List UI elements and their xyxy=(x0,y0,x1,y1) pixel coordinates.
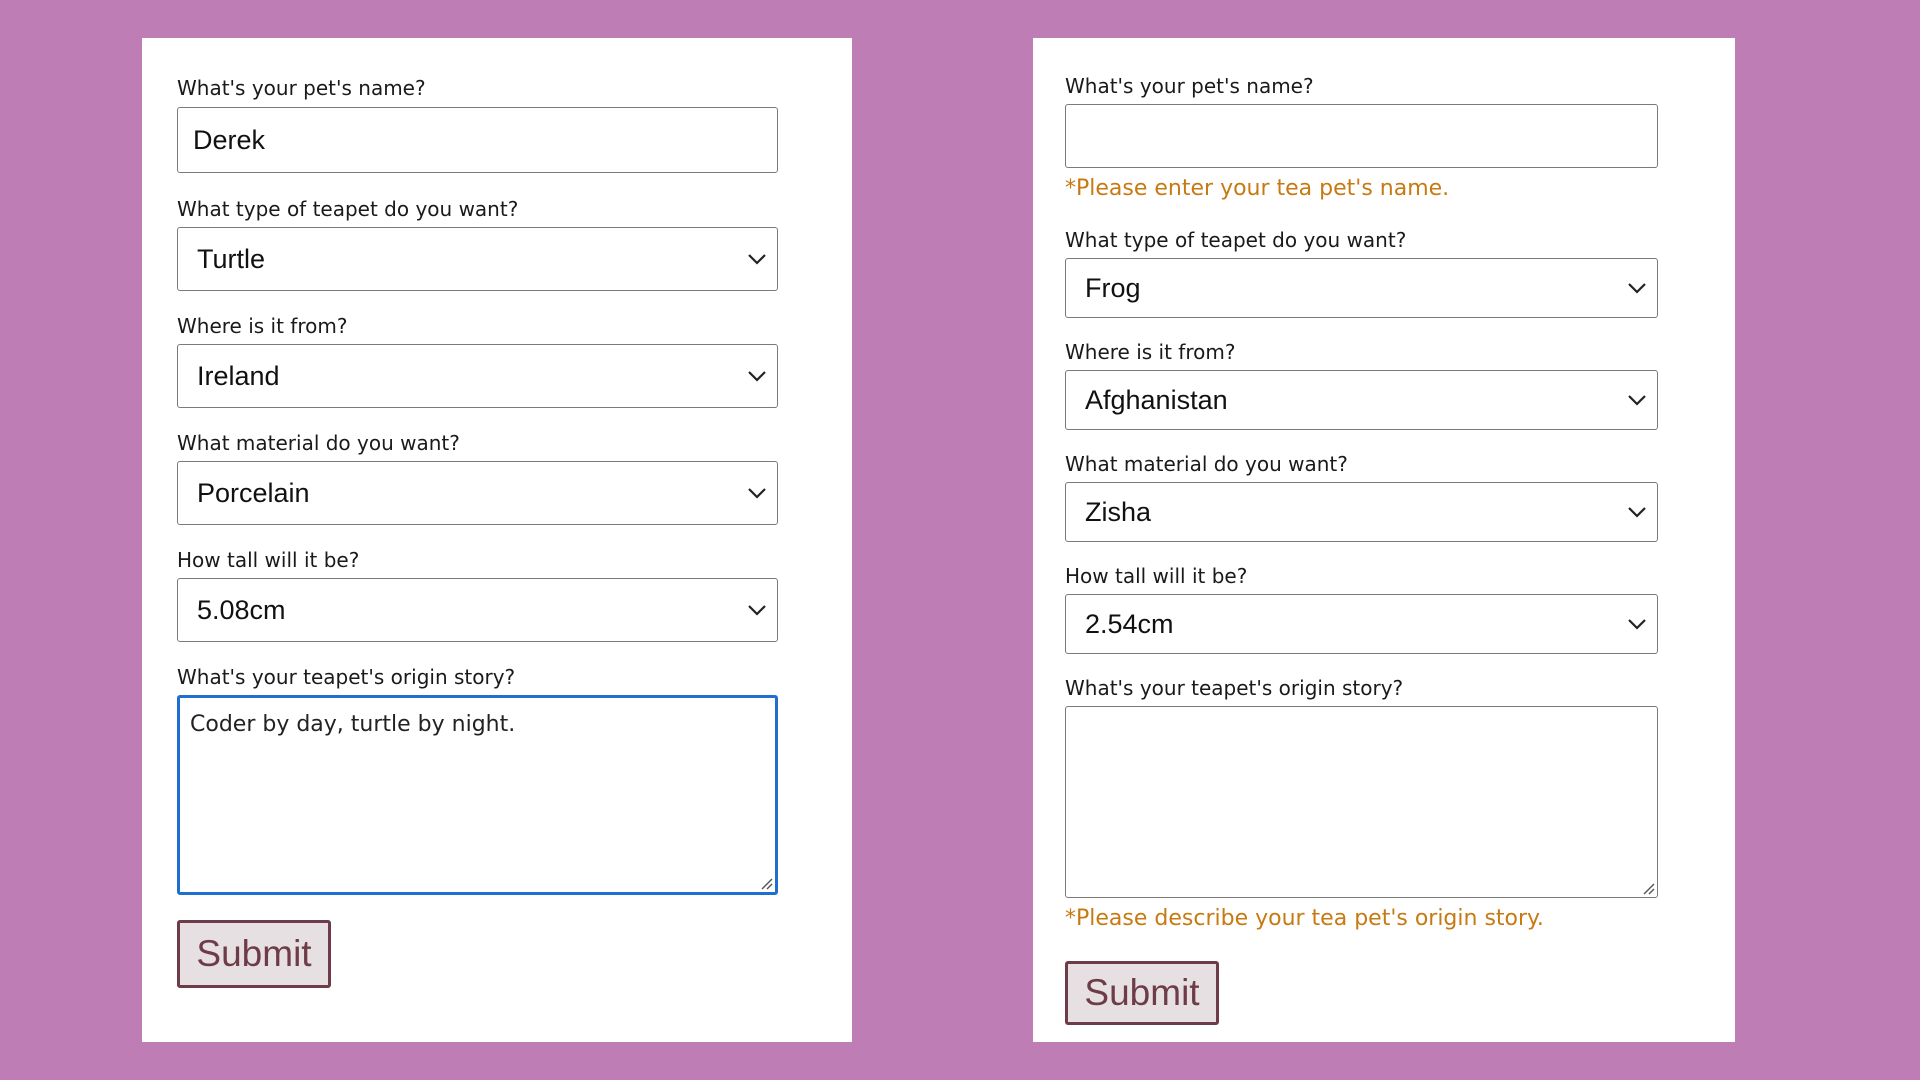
height-value: 2.54cm xyxy=(1085,608,1174,639)
chevron-down-icon xyxy=(1628,507,1646,518)
pet-name-label: What's your pet's name? xyxy=(177,76,426,100)
resize-grip-icon[interactable] xyxy=(759,876,773,890)
origin-story-label: What's your teapet's origin story? xyxy=(177,665,516,689)
teapet-type-select[interactable]: Turtle xyxy=(177,227,778,291)
origin-label: Where is it from? xyxy=(1065,340,1236,364)
height-select[interactable]: 5.08cm xyxy=(177,578,778,642)
height-label: How tall will it be? xyxy=(177,548,360,572)
chevron-down-icon xyxy=(1628,619,1646,630)
chevron-down-icon xyxy=(748,371,766,382)
chevron-down-icon xyxy=(1628,283,1646,294)
teapet-type-value: Frog xyxy=(1085,272,1141,303)
teapet-type-value: Turtle xyxy=(197,243,266,274)
origin-value: Ireland xyxy=(197,360,280,391)
material-label: What material do you want? xyxy=(1065,452,1348,476)
pet-name-input[interactable]: Derek xyxy=(177,107,778,173)
form-left: What's your pet's name? Derek What type … xyxy=(142,38,852,1042)
pet-name-value: Derek xyxy=(193,124,266,155)
origin-value: Afghanistan xyxy=(1085,384,1228,415)
pet-name-label: What's your pet's name? xyxy=(1065,74,1314,98)
pet-name-input[interactable] xyxy=(1065,104,1658,168)
chevron-down-icon xyxy=(748,488,766,499)
material-select[interactable]: Porcelain xyxy=(177,461,778,525)
submit-button[interactable]: Submit xyxy=(177,920,331,988)
teapet-type-select[interactable]: Frog xyxy=(1065,258,1658,318)
teapet-type-label: What type of teapet do you want? xyxy=(1065,228,1407,252)
chevron-down-icon xyxy=(1628,395,1646,406)
material-value: Porcelain xyxy=(197,477,310,508)
origin-story-textarea[interactable]: Coder by day, turtle by night. xyxy=(177,695,778,895)
origin-story-textarea[interactable] xyxy=(1065,706,1658,898)
material-select[interactable]: Zisha xyxy=(1065,482,1658,542)
page-background: What's your pet's name? Derek What type … xyxy=(0,0,1920,1080)
origin-label: Where is it from? xyxy=(177,314,348,338)
height-label: How tall will it be? xyxy=(1065,564,1248,588)
origin-story-label: What's your teapet's origin story? xyxy=(1065,676,1404,700)
chevron-down-icon xyxy=(748,605,766,616)
origin-select[interactable]: Ireland xyxy=(177,344,778,408)
height-value: 5.08cm xyxy=(197,594,286,625)
form-right: What's your pet's name? *Please enter yo… xyxy=(1033,38,1735,1042)
pet-name-error: *Please enter your tea pet's name. xyxy=(1065,176,1450,201)
teapet-form-errors: What's your pet's name? *Please enter yo… xyxy=(1033,38,1735,1042)
origin-story-error: *Please describe your tea pet's origin s… xyxy=(1065,906,1544,931)
origin-select[interactable]: Afghanistan xyxy=(1065,370,1658,430)
material-value: Zisha xyxy=(1085,496,1152,527)
teapet-type-label: What type of teapet do you want? xyxy=(177,197,519,221)
material-label: What material do you want? xyxy=(177,431,460,455)
submit-button[interactable]: Submit xyxy=(1065,961,1219,1025)
chevron-down-icon xyxy=(748,254,766,265)
origin-story-value: Coder by day, turtle by night. xyxy=(190,712,516,737)
height-select[interactable]: 2.54cm xyxy=(1065,594,1658,654)
resize-grip-icon[interactable] xyxy=(1641,881,1655,895)
teapet-form-filled: What's your pet's name? Derek What type … xyxy=(142,38,852,1042)
